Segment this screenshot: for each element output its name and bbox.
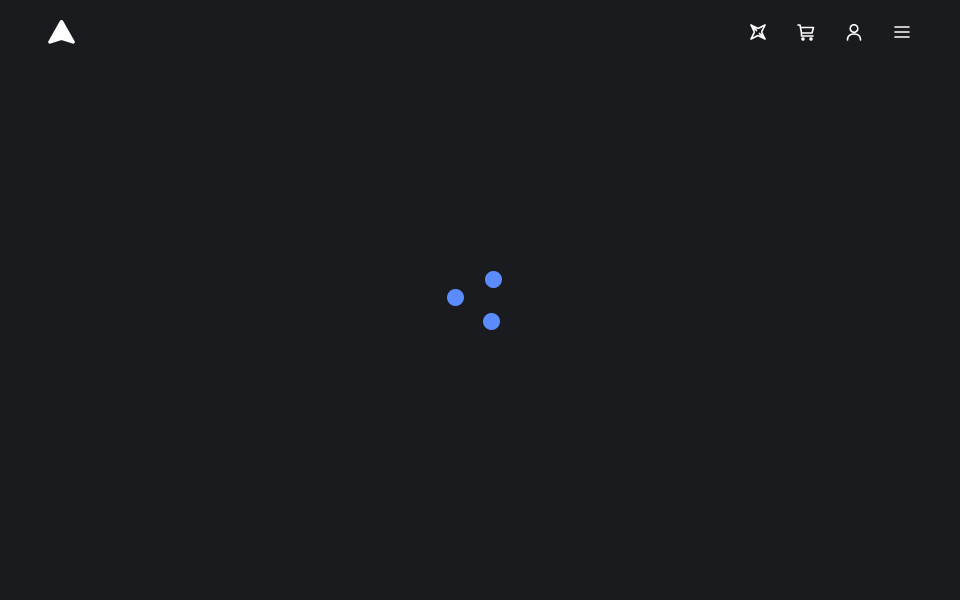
cart-icon xyxy=(797,24,815,41)
spinner-dot xyxy=(483,313,500,330)
cart-button[interactable] xyxy=(794,20,818,44)
header-nav xyxy=(746,20,914,44)
top-header xyxy=(0,0,960,64)
spinner-dot xyxy=(485,271,502,288)
hamburger-icon xyxy=(894,26,910,38)
loading-spinner xyxy=(440,265,510,335)
logo-arrow-icon xyxy=(48,20,75,44)
expand-arrows-icon xyxy=(750,24,766,40)
logo-link[interactable] xyxy=(47,19,76,45)
page xyxy=(0,0,960,600)
explore-button[interactable] xyxy=(746,20,770,44)
spinner-dot xyxy=(447,289,464,306)
account-button[interactable] xyxy=(842,20,866,44)
menu-button[interactable] xyxy=(890,20,914,44)
user-icon xyxy=(846,23,862,41)
